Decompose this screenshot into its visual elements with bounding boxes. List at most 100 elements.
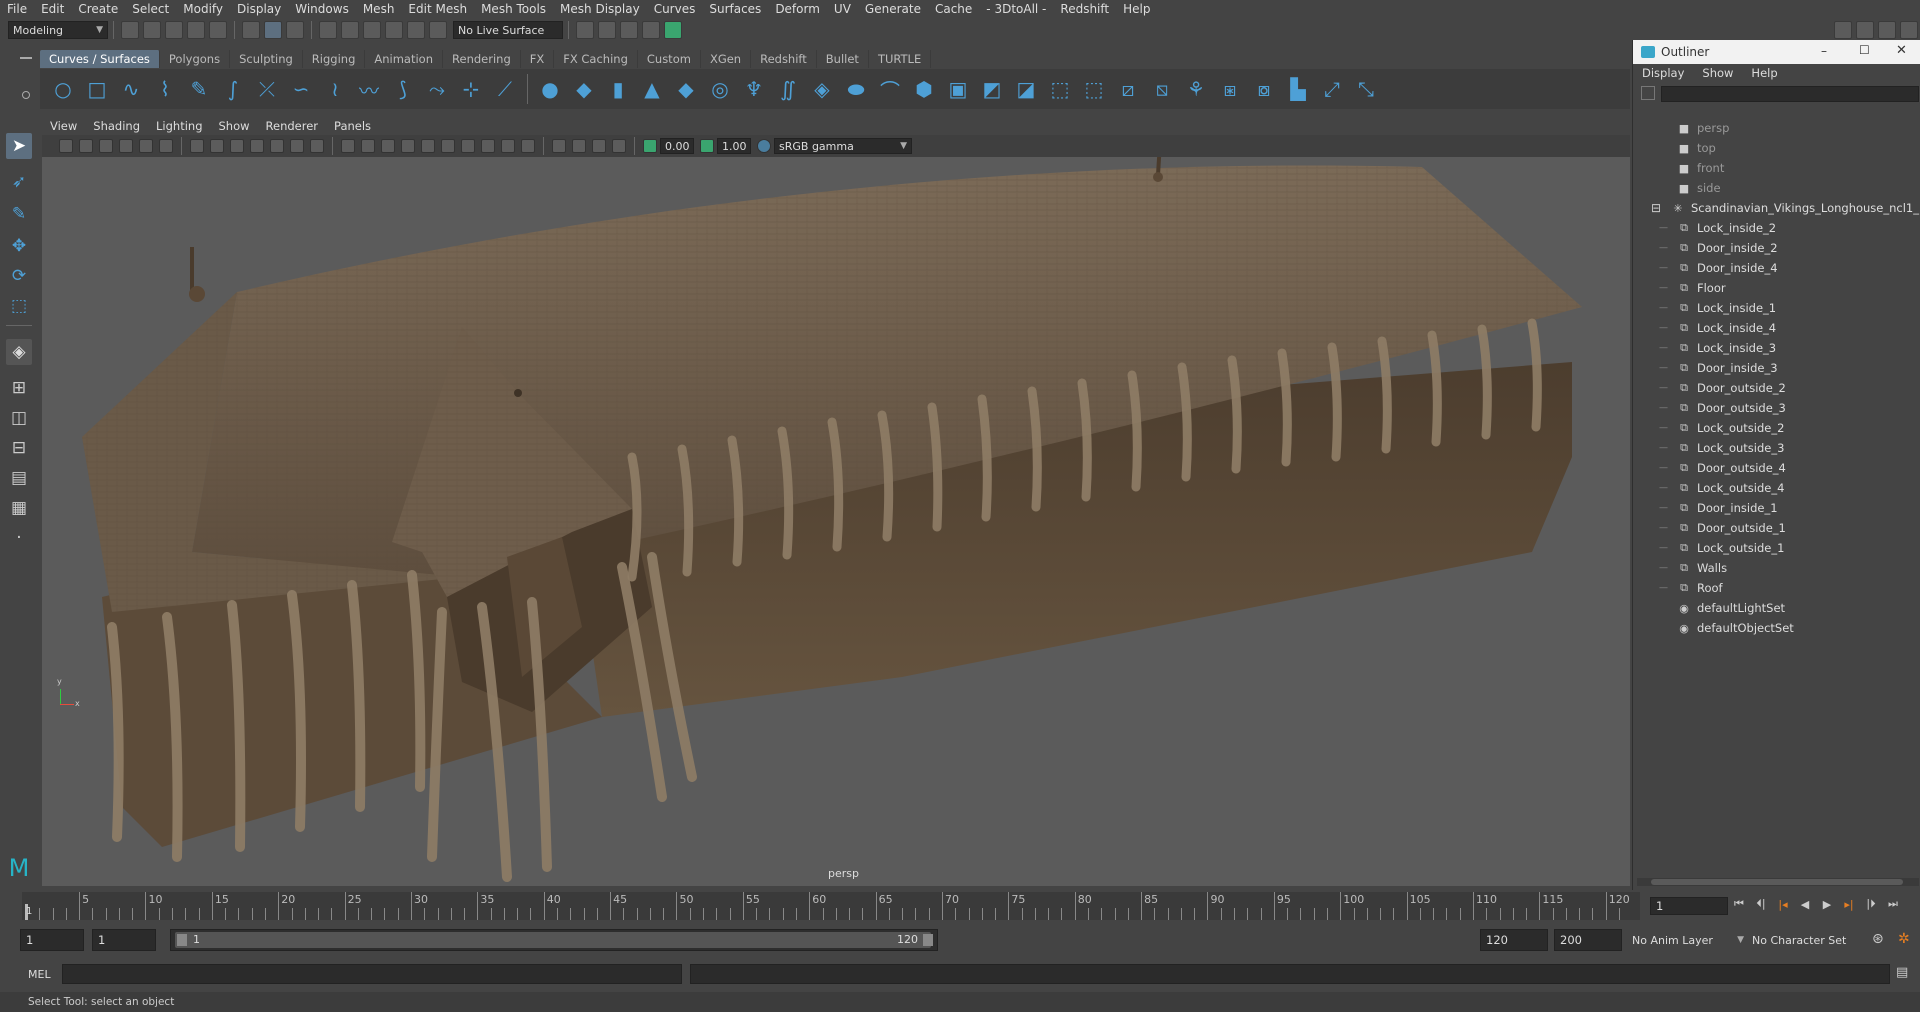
panel-menu-shading[interactable]: Shading (85, 119, 148, 133)
menu-uv[interactable]: UV (827, 2, 858, 16)
outliner-item[interactable]: — ⧉ Roof (1659, 578, 1723, 598)
range-end-handle[interactable] (923, 934, 933, 946)
range-slider[interactable]: 1 120 (170, 929, 938, 951)
script-language-label[interactable]: MEL (28, 968, 62, 981)
loft-icon[interactable]: ∬ (775, 76, 801, 102)
nurbs-square-icon[interactable]: □ (84, 76, 110, 102)
step-forward-key-icon[interactable]: ▸| (1841, 896, 1857, 912)
menu-mesh-tools[interactable]: Mesh Tools (474, 2, 553, 16)
step-back-frame-icon[interactable]: ⏴| (1753, 896, 1769, 912)
custom-layout-icon[interactable]: · (6, 525, 32, 551)
scrollbar-thumb[interactable] (1651, 879, 1903, 885)
cv-curve-icon[interactable]: ∿ (118, 76, 144, 102)
outliner-item[interactable]: ⊟ ✳ Scandinavian_Vikings_Longhouse_ncl1_1 (1651, 198, 1920, 218)
outliner-horizontal-scrollbar[interactable] (1637, 878, 1919, 886)
shelf-tab-bullet[interactable]: Bullet (817, 50, 869, 68)
render-view-icon[interactable] (642, 21, 660, 39)
isolate-select-icon[interactable] (552, 139, 566, 153)
image-plane-icon[interactable] (119, 139, 133, 153)
menu-3dtoall[interactable]: - 3DtoAll - (979, 2, 1053, 16)
offset-curve-icon[interactable]: ⟆ (390, 76, 416, 102)
outliner-item[interactable]: ■ front (1677, 158, 1725, 178)
hypershade-icon[interactable] (664, 21, 682, 39)
animation-start-field[interactable]: 1 (20, 929, 84, 951)
gamma-icon[interactable] (700, 139, 714, 153)
nurbs-cone-icon[interactable]: ▲ (639, 76, 665, 102)
outliner-item[interactable]: — ⧉ Door_outside_4 (1659, 458, 1786, 478)
shelf-tab-fx-caching[interactable]: FX Caching (554, 50, 638, 68)
outliner-item[interactable]: — ⧉ Lock_outside_1 (1659, 538, 1784, 558)
move-tool-icon[interactable]: ✥ (6, 233, 32, 259)
menu-display[interactable]: Display (230, 2, 288, 16)
history-icon[interactable] (429, 21, 447, 39)
menu-generate[interactable]: Generate (858, 2, 928, 16)
bezier-curve-icon[interactable]: ∫ (220, 76, 246, 102)
menu-mesh-display[interactable]: Mesh Display (553, 2, 647, 16)
nurbs-cylinder-icon[interactable]: ▮ (605, 76, 631, 102)
tool-settings-icon[interactable] (1900, 21, 1918, 39)
play-backwards-icon[interactable]: ◀ (1797, 896, 1813, 912)
birail-icon[interactable]: ⌒ (877, 76, 903, 103)
save-scene-icon[interactable] (165, 21, 183, 39)
gamma-field[interactable]: 1.00 (717, 138, 751, 154)
bevel-plus-icon[interactable]: ⬢ (911, 76, 937, 102)
make-live-icon[interactable] (407, 21, 425, 39)
xray-joints-icon[interactable] (592, 139, 606, 153)
close-icon[interactable]: ✕ (1896, 43, 1907, 58)
extend-curve-icon[interactable]: 〰 (356, 76, 382, 103)
shelf-menu-icon[interactable] (20, 57, 32, 59)
planar-icon[interactable]: ◈ (809, 76, 835, 102)
outliner-item[interactable]: — ⧉ Lock_inside_1 (1659, 298, 1776, 318)
playback-end-field[interactable]: 120 (1480, 929, 1548, 951)
outliner-item[interactable]: — ⧉ Lock_outside_4 (1659, 478, 1784, 498)
nurbs-sphere-icon[interactable]: ● (537, 76, 563, 102)
menu-create[interactable]: Create (71, 2, 125, 16)
side-by-side-layout-icon[interactable]: ◫ (6, 405, 32, 431)
untrim-icon[interactable]: ⧄ (1115, 76, 1141, 102)
insert-knot-icon[interactable]: ≀ (322, 76, 348, 102)
shelf-tab-fx[interactable]: FX (521, 50, 555, 68)
attach-surfaces-icon[interactable]: ⧅ (1149, 76, 1175, 102)
workspace-layout-icon[interactable] (1834, 21, 1852, 39)
screen-space-ao-icon[interactable] (461, 139, 475, 153)
nurbs-torus-icon[interactable]: ◎ (707, 76, 733, 102)
depth-of-field-icon[interactable] (521, 139, 535, 153)
textured-icon[interactable] (401, 139, 415, 153)
outliner-item[interactable]: — ⧉ Lock_inside_3 (1659, 338, 1776, 358)
ipr-render-icon[interactable] (620, 21, 638, 39)
auto-key-icon[interactable]: ⊛ (1872, 931, 1890, 949)
outliner-item[interactable]: — ⧉ Door_outside_1 (1659, 518, 1786, 538)
shelf-tab-curves-surfaces[interactable]: Curves / Surfaces (40, 50, 160, 68)
menu-help[interactable]: Help (1116, 2, 1157, 16)
square-surface-icon[interactable]: ◩ (979, 76, 1005, 102)
scale-tool-icon[interactable]: ⬚ (6, 293, 32, 319)
script-editor-icon[interactable]: ▤ (1896, 965, 1914, 983)
outliner-item[interactable]: — ⧉ Door_inside_1 (1659, 498, 1778, 518)
xray-icon[interactable] (572, 139, 586, 153)
outliner-item[interactable]: — ⧉ Door_inside_2 (1659, 238, 1778, 258)
select-by-hierarchy-icon[interactable] (242, 21, 260, 39)
sculpt-geometry-icon[interactable]: ⤡ (1353, 76, 1379, 102)
render-current-frame-icon[interactable] (598, 21, 616, 39)
snap-to-curve-icon[interactable] (341, 21, 359, 39)
revolve-icon[interactable]: ♆ (741, 76, 767, 102)
outliner-item[interactable]: ■ persp (1677, 118, 1730, 138)
shelf-tab-polygons[interactable]: Polygons (160, 50, 231, 68)
detach-surfaces-icon[interactable]: ⚘ (1183, 76, 1209, 102)
wireframe-icon[interactable] (341, 139, 355, 153)
shelf-tab-sculpting[interactable]: Sculpting (230, 50, 303, 68)
menu-edit[interactable]: Edit (34, 2, 71, 16)
menu-file[interactable]: File (0, 2, 34, 16)
panel-menu-show[interactable]: Show (211, 119, 258, 133)
anti-aliasing-icon[interactable] (501, 139, 515, 153)
ep-curve-icon[interactable]: ⌇ (152, 76, 178, 102)
nurbs-circle-icon[interactable]: ○ (50, 76, 76, 102)
lasso-tool-icon[interactable]: ➶ (6, 169, 32, 195)
2d-pan-zoom-icon[interactable] (139, 139, 153, 153)
outliner-item[interactable]: — ⧉ Lock_inside_4 (1659, 318, 1776, 338)
menu-deform[interactable]: Deform (768, 2, 827, 16)
extrude-icon[interactable]: ⬬ (843, 76, 869, 102)
safe-action-icon[interactable] (290, 139, 304, 153)
play-forwards-icon[interactable]: ▶ (1819, 896, 1835, 912)
shadows-icon[interactable] (441, 139, 455, 153)
